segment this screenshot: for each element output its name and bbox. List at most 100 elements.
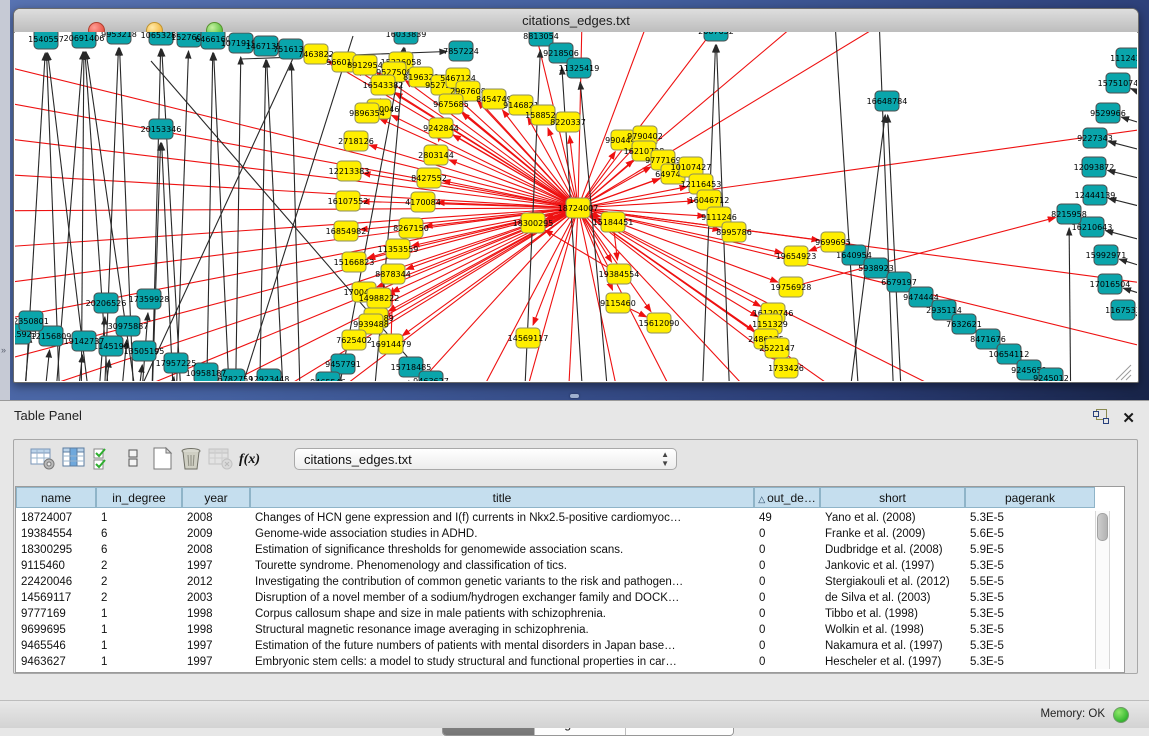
table-cell[interactable]: 22420046: [16, 575, 96, 591]
table-cell[interactable]: 5.3E-5: [965, 623, 1095, 639]
float-panel-icon[interactable]: [1093, 409, 1109, 423]
graph-node[interactable]: 16914479: [371, 334, 412, 354]
table-cell[interactable]: Embryonic stem cells: a model to study s…: [250, 655, 754, 671]
graph-node[interactable]: 15751074: [1098, 73, 1137, 93]
graph-node[interactable]: 2087652: [698, 32, 734, 41]
table-cell[interactable]: 0: [754, 655, 820, 671]
table-cell[interactable]: Franke et al. (2009): [820, 527, 965, 543]
table-cell[interactable]: 6: [96, 543, 182, 559]
table-cell[interactable]: Estimation of the future numbers of pati…: [250, 639, 754, 655]
table-cell[interactable]: 5.3E-5: [965, 511, 1095, 527]
function-builder-icon[interactable]: f(x): [239, 450, 265, 476]
table-cell[interactable]: 1: [96, 511, 182, 527]
table-cell[interactable]: 2009: [182, 527, 250, 543]
graph-node[interactable]: 2803144: [418, 145, 454, 165]
table-cell[interactable]: 2: [96, 559, 182, 575]
graph-node[interactable]: 9227343: [1077, 128, 1113, 148]
table-cell[interactable]: 9777169: [16, 607, 96, 623]
table-row[interactable]: 946554611997Estimation of the future num…: [16, 639, 1095, 655]
table-cell[interactable]: 0: [754, 575, 820, 591]
table-cell[interactable]: Yano et al. (2008): [820, 511, 965, 527]
graph-node[interactable]: 15992971: [1086, 245, 1127, 265]
graph-node[interactable]: 8267150: [393, 218, 429, 238]
table-row[interactable]: 1830029562008Estimation of significance …: [16, 543, 1095, 559]
table-cell[interactable]: 1: [96, 655, 182, 671]
graph-node[interactable]: 12923448: [249, 369, 290, 381]
column-header-year[interactable]: year: [182, 487, 250, 508]
graph-node[interactable]: 1112435: [1110, 48, 1137, 68]
graph-node[interactable]: 1167533: [1105, 300, 1137, 320]
table-cell[interactable]: Genome-wide association studies in ADHD.: [250, 527, 754, 543]
table-cell[interactable]: 1997: [182, 559, 250, 575]
table-cell[interactable]: 1: [96, 639, 182, 655]
graph-node[interactable]: 19756928: [771, 277, 812, 297]
column-header-pagerank[interactable]: pagerank: [965, 487, 1095, 508]
create-column-icon[interactable]: [150, 447, 176, 473]
table-cell[interactable]: Changes of HCN gene expression and I(f) …: [250, 511, 754, 527]
column-header-in_degree[interactable]: in_degree: [96, 487, 182, 508]
graph-node[interactable]: 19654923: [776, 246, 817, 266]
table-cell[interactable]: 5.3E-5: [965, 591, 1095, 607]
table-options-icon[interactable]: [30, 447, 56, 473]
collapsed-side-panel[interactable]: »: [0, 0, 10, 400]
table-cell[interactable]: 1: [96, 623, 182, 639]
table-cell[interactable]: 19384554: [16, 527, 96, 543]
table-cell[interactable]: Wolkin et al. (1998): [820, 623, 965, 639]
vertical-scrollbar[interactable]: [1095, 511, 1110, 669]
table-cell[interactable]: 2: [96, 575, 182, 591]
graph-node[interactable]: 9953218: [101, 32, 137, 44]
network-canvas[interactable]: 1540557206914069953218106532871527602646…: [15, 32, 1137, 381]
row-height-icon[interactable]: [122, 447, 148, 473]
table-row[interactable]: 1938455462009Genome-wide association stu…: [16, 527, 1095, 543]
graph-node[interactable]: 7857224: [443, 41, 479, 61]
close-panel-icon[interactable]: ✕: [1122, 409, 1135, 427]
column-header-short[interactable]: short: [820, 487, 965, 508]
table-cell[interactable]: 6: [96, 527, 182, 543]
table-cell[interactable]: 5.3E-5: [965, 607, 1095, 623]
graph-node[interactable]: 17359928: [129, 289, 170, 309]
table-cell[interactable]: 2012: [182, 575, 250, 591]
graph-node[interactable]: 1733426: [768, 358, 804, 378]
table-cell[interactable]: 0: [754, 623, 820, 639]
table-cell[interactable]: Structural magnetic resonance image aver…: [250, 623, 754, 639]
delete-column-icon[interactable]: [179, 447, 205, 473]
column-visibility-icon[interactable]: [62, 447, 88, 473]
graph-node[interactable]: 20206526: [86, 293, 127, 313]
network-view-window[interactable]: citations_edges.txt 15405572069140699532…: [13, 8, 1139, 383]
table-cell[interactable]: 2008: [182, 543, 250, 559]
table-cell[interactable]: Dudbridge et al. (2008): [820, 543, 965, 559]
network-graph[interactable]: 1540557206914069953218106532871527602646…: [15, 32, 1137, 381]
table-cell[interactable]: 0: [754, 559, 820, 575]
table-cell[interactable]: de Silva et al. (2003): [820, 591, 965, 607]
table-row[interactable]: 1456911722003Disruption of a novel membe…: [16, 591, 1095, 607]
table-cell[interactable]: 5.6E-5: [965, 527, 1095, 543]
table-cell[interactable]: 1998: [182, 607, 250, 623]
table-row[interactable]: 2242004622012Investigating the contribut…: [16, 575, 1095, 591]
table-cell[interactable]: 9463627: [16, 655, 96, 671]
graph-node[interactable]: 20691406: [64, 32, 105, 48]
table-cell[interactable]: 18300295: [16, 543, 96, 559]
table-cell[interactable]: 0: [754, 591, 820, 607]
table-cell[interactable]: 1997: [182, 639, 250, 655]
table-cell[interactable]: 9115460: [16, 559, 96, 575]
table-cell[interactable]: 5.5E-5: [965, 575, 1095, 591]
table-cell[interactable]: 1998: [182, 623, 250, 639]
graph-node[interactable]: 2718126: [338, 131, 374, 151]
delete-table-icon[interactable]: [208, 447, 234, 473]
graph-node[interactable]: 11353559: [378, 239, 419, 259]
table-cell[interactable]: Estimation of significance thresholds fo…: [250, 543, 754, 559]
table-cell[interactable]: Tourette syndrome. Phenomenology and cla…: [250, 559, 754, 575]
column-header-out_de[interactable]: △out_de…: [754, 487, 820, 508]
table-cell[interactable]: Hescheler et al. (1997): [820, 655, 965, 671]
table-cell[interactable]: Investigating the contribution of common…: [250, 575, 754, 591]
table-cell[interactable]: 5.9E-5: [965, 543, 1095, 559]
graph-node[interactable]: 16033839: [386, 32, 427, 44]
graph-node[interactable]: 1540557: [28, 32, 64, 49]
table-row[interactable]: 977716911998Corpus callosum shape and si…: [16, 607, 1095, 623]
graph-node[interactable]: 30975887: [108, 316, 149, 336]
table-cell[interactable]: 0: [754, 527, 820, 543]
network-table-selector[interactable]: citations_edges.txt ▲▼: [294, 448, 677, 470]
table-cell[interactable]: 5.3E-5: [965, 655, 1095, 671]
table-cell[interactable]: 5.3E-5: [965, 559, 1095, 575]
graph-node[interactable]: 12444139: [1075, 185, 1116, 205]
